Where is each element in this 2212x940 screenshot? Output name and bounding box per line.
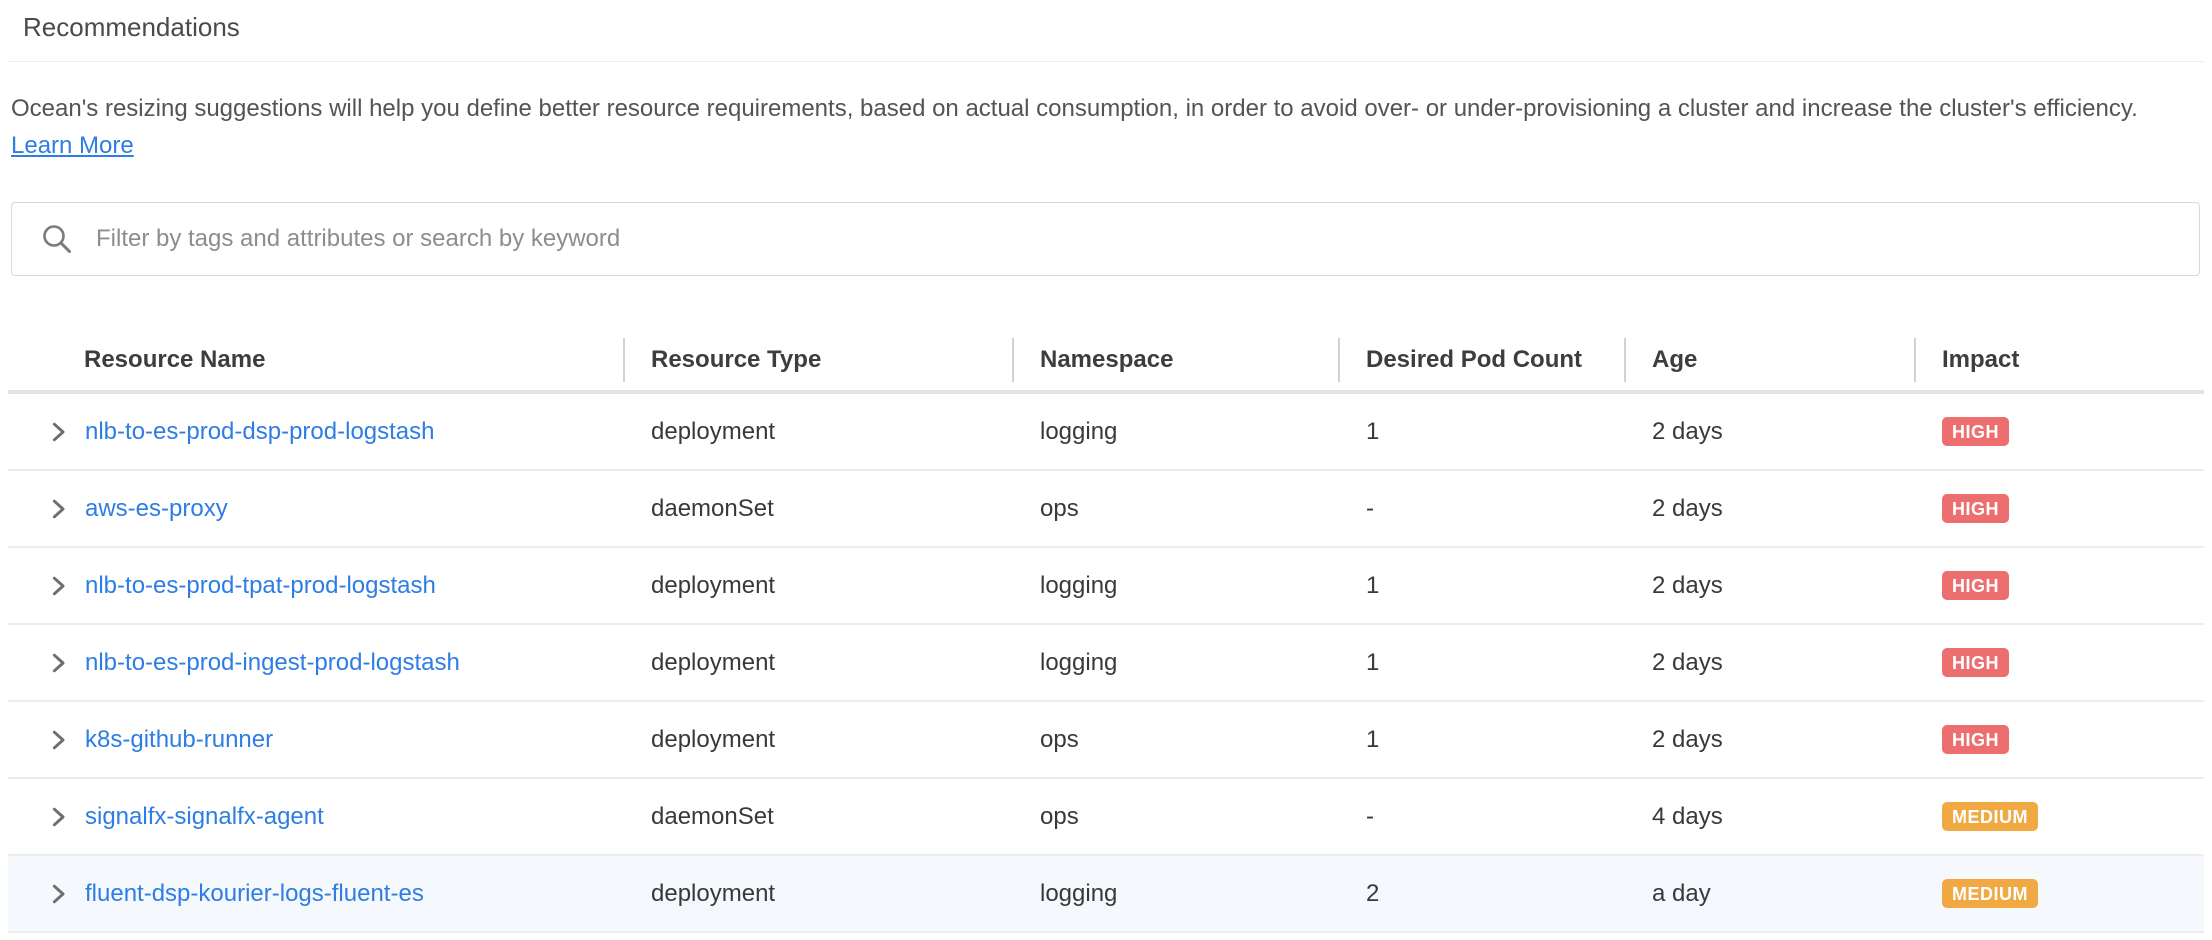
- chevron-right-icon: [47, 421, 69, 443]
- age-cell: 2 days: [1624, 726, 1914, 754]
- impact-cell: HIGH: [1914, 725, 2204, 754]
- age-cell: 2 days: [1624, 572, 1914, 600]
- column-header-impact: Impact: [1914, 330, 2204, 390]
- impact-cell: MEDIUM: [1914, 802, 2204, 831]
- table-row: fluent-dsp-kourier-logs-fluent-es deploy…: [8, 856, 2204, 933]
- column-header-resource-name: Resource Name: [8, 330, 623, 390]
- resource-name-link[interactable]: nlb-to-es-prod-dsp-prod-logstash: [85, 418, 435, 446]
- resource-name-cell: nlb-to-es-prod-ingest-prod-logstash: [8, 649, 623, 677]
- description-text: Ocean's resizing suggestions will help y…: [11, 95, 2138, 122]
- column-header-age: Age: [1624, 330, 1914, 390]
- impact-badge: HIGH: [1942, 648, 2009, 677]
- resource-name-link[interactable]: nlb-to-es-prod-ingest-prod-logstash: [85, 649, 460, 677]
- resource-type-cell: daemonSet: [623, 495, 1012, 523]
- resource-type-cell: deployment: [623, 880, 1012, 908]
- expand-row-button[interactable]: [46, 574, 70, 598]
- impact-badge: HIGH: [1942, 494, 2009, 523]
- search-icon: [40, 222, 74, 256]
- age-cell: 2 days: [1624, 418, 1914, 446]
- resource-name-cell: signalfx-signalfx-agent: [8, 803, 623, 831]
- resource-name-cell: k8s-github-runner: [8, 726, 623, 754]
- resource-type-cell: deployment: [623, 572, 1012, 600]
- impact-badge: HIGH: [1942, 417, 2009, 446]
- age-cell: 2 days: [1624, 649, 1914, 677]
- table-row: nlb-to-es-prod-dsp-prod-logstash deploym…: [8, 394, 2204, 471]
- chevron-right-icon: [47, 652, 69, 674]
- age-cell: 4 days: [1624, 803, 1914, 831]
- impact-badge: HIGH: [1942, 571, 2009, 600]
- impact-cell: MEDIUM: [1914, 879, 2204, 908]
- impact-badge: MEDIUM: [1942, 802, 2038, 831]
- age-cell: a day: [1624, 880, 1914, 908]
- resource-type-cell: deployment: [623, 418, 1012, 446]
- pod-count-cell: 1: [1338, 418, 1624, 446]
- table-row: nlb-to-es-prod-ingest-prod-logstash depl…: [8, 625, 2204, 702]
- resource-type-cell: daemonSet: [623, 803, 1012, 831]
- namespace-cell: logging: [1012, 572, 1338, 600]
- resource-name-cell: nlb-to-es-prod-tpat-prod-logstash: [8, 572, 623, 600]
- resource-name-link[interactable]: signalfx-signalfx-agent: [85, 803, 324, 831]
- chevron-right-icon: [47, 575, 69, 597]
- search-input[interactable]: [96, 225, 2179, 253]
- resource-type-cell: deployment: [623, 726, 1012, 754]
- impact-cell: HIGH: [1914, 571, 2204, 600]
- pod-count-cell: 2: [1338, 880, 1624, 908]
- column-header-desired-pod-count: Desired Pod Count: [1338, 330, 1624, 390]
- table-body: nlb-to-es-prod-dsp-prod-logstash deploym…: [8, 394, 2204, 933]
- expand-row-button[interactable]: [46, 728, 70, 752]
- impact-badge: HIGH: [1942, 725, 2009, 754]
- chevron-right-icon: [47, 729, 69, 751]
- recommendations-table: Resource NameResource TypeNamespaceDesir…: [8, 330, 2204, 933]
- pod-count-cell: 1: [1338, 726, 1624, 754]
- chevron-right-icon: [47, 498, 69, 520]
- impact-cell: HIGH: [1914, 648, 2204, 677]
- age-cell: 2 days: [1624, 495, 1914, 523]
- resource-name-cell: aws-es-proxy: [8, 495, 623, 523]
- namespace-cell: ops: [1012, 803, 1338, 831]
- resource-name-link[interactable]: k8s-github-runner: [85, 726, 273, 754]
- resource-name-link[interactable]: fluent-dsp-kourier-logs-fluent-es: [85, 880, 424, 908]
- pod-count-cell: -: [1338, 495, 1624, 523]
- expand-row-button[interactable]: [46, 497, 70, 521]
- filter-search-box[interactable]: [11, 202, 2200, 276]
- impact-cell: HIGH: [1914, 417, 2204, 446]
- recommendations-page: Recommendations Ocean's resizing suggest…: [0, 0, 2212, 933]
- expand-row-button[interactable]: [46, 882, 70, 906]
- resource-name-link[interactable]: aws-es-proxy: [85, 495, 228, 523]
- column-header-namespace: Namespace: [1012, 330, 1338, 390]
- namespace-cell: ops: [1012, 495, 1338, 523]
- impact-cell: HIGH: [1914, 494, 2204, 523]
- chevron-right-icon: [47, 883, 69, 905]
- resource-name-link[interactable]: nlb-to-es-prod-tpat-prod-logstash: [85, 572, 436, 600]
- namespace-cell: logging: [1012, 649, 1338, 677]
- pod-count-cell: 1: [1338, 572, 1624, 600]
- chevron-right-icon: [47, 806, 69, 828]
- column-header-resource-type: Resource Type: [623, 330, 1012, 390]
- table-row: nlb-to-es-prod-tpat-prod-logstash deploy…: [8, 548, 2204, 625]
- namespace-cell: logging: [1012, 880, 1338, 908]
- table-header: Resource NameResource TypeNamespaceDesir…: [8, 330, 2204, 394]
- expand-row-button[interactable]: [46, 805, 70, 829]
- namespace-cell: logging: [1012, 418, 1338, 446]
- resource-name-cell: fluent-dsp-kourier-logs-fluent-es: [8, 880, 623, 908]
- table-row: signalfx-signalfx-agent daemonSet ops - …: [8, 779, 2204, 856]
- pod-count-cell: -: [1338, 803, 1624, 831]
- title-divider: [8, 61, 2204, 62]
- namespace-cell: ops: [1012, 726, 1338, 754]
- page-description: Ocean's resizing suggestions will help y…: [11, 90, 2201, 164]
- expand-row-button[interactable]: [46, 651, 70, 675]
- resource-type-cell: deployment: [623, 649, 1012, 677]
- resource-name-cell: nlb-to-es-prod-dsp-prod-logstash: [8, 418, 623, 446]
- page-title: Recommendations: [0, 10, 2212, 44]
- learn-more-link[interactable]: Learn More: [11, 132, 134, 159]
- table-row: aws-es-proxy daemonSet ops - 2 days HIGH: [8, 471, 2204, 548]
- table-row: k8s-github-runner deployment ops 1 2 day…: [8, 702, 2204, 779]
- pod-count-cell: 1: [1338, 649, 1624, 677]
- expand-row-button[interactable]: [46, 420, 70, 444]
- impact-badge: MEDIUM: [1942, 879, 2038, 908]
